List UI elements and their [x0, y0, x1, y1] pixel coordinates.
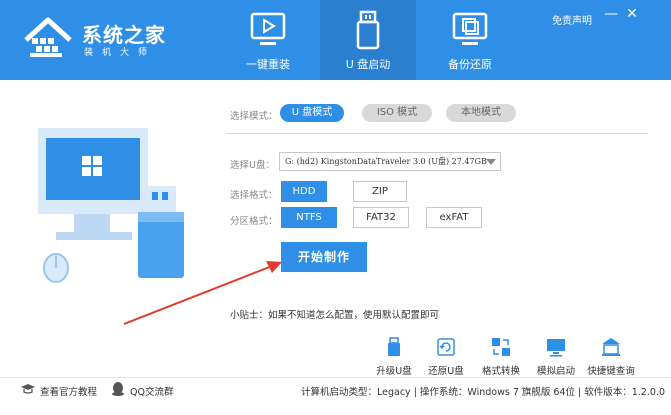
backup-copy-icon	[452, 12, 488, 45]
format-convert-icon	[492, 338, 510, 356]
partition-label: 分区格式：	[230, 216, 278, 227]
tool-simulate-boot[interactable]: 模拟启动	[534, 337, 578, 377]
partition-fat32-button[interactable]: FAT32	[353, 207, 409, 228]
logo-title: 系统之家	[82, 23, 166, 47]
tab-usb-boot[interactable]: U 盘启动	[320, 0, 416, 80]
shortcut-query-icon	[602, 338, 620, 356]
mode-usb-button[interactable]: U 盘模式	[280, 104, 344, 122]
mode-local-button[interactable]: 本地模式	[446, 104, 516, 122]
tool-label: 还原U盘	[428, 366, 464, 377]
tab-label: 一键重装	[246, 58, 290, 71]
tip-text: 小贴士：如果不知道怎么配置，使用默认配置即可	[230, 310, 440, 321]
tool-label: 快捷键查询	[587, 366, 635, 377]
usb-select-value: G: (hd2) KingstonDataTraveler 3.0 (U盘) 2…	[285, 157, 487, 166]
format-label: 选择格式：	[230, 190, 278, 201]
logo-subtitle: 装机大师	[84, 48, 157, 58]
qq-group-link[interactable]: QQ交流群	[130, 384, 173, 398]
tool-format-convert[interactable]: 格式转换	[479, 337, 523, 377]
disclaimer-link[interactable]: 免责声明	[552, 12, 592, 27]
tool-restore-usb[interactable]: 还原U盘	[424, 337, 468, 377]
usb-select[interactable]: G: (hd2) KingstonDataTraveler 3.0 (U盘) 2…	[279, 152, 501, 171]
mode-iso-button[interactable]: ISO 模式	[362, 104, 432, 122]
tool-upgrade-usb[interactable]: 升级U盘	[372, 337, 416, 377]
tab-one-click-reinstall[interactable]: 一键重装	[220, 0, 316, 80]
header-bar: 系统之家 装机大师 一键重装 U 盘启动 备份还原 免责声明 — ✕	[0, 0, 671, 80]
official-tutorial-link[interactable]: 查看官方教程	[40, 384, 97, 398]
chevron-down-icon	[486, 159, 496, 165]
close-button[interactable]: ✕	[624, 6, 640, 22]
tool-label: 格式转换	[481, 366, 520, 377]
app-window: 系统之家 装机大师 一键重装 U 盘启动 备份还原 免责声明 — ✕ 选择模式：…	[0, 0, 671, 415]
qq-penguin-icon	[112, 382, 124, 396]
partition-exfat-button[interactable]: exFAT	[426, 207, 482, 228]
section-divider	[226, 133, 648, 134]
format-hdd-button[interactable]: HDD	[281, 181, 327, 202]
monitor-simulate-icon	[547, 339, 565, 357]
tab-label: U 盘启动	[345, 58, 391, 71]
tool-label: 升级U盘	[376, 366, 412, 377]
graduation-cap-icon	[21, 384, 35, 394]
usb-drive-icon	[356, 10, 380, 50]
usb-upgrade-icon	[388, 337, 400, 356]
format-zip-button[interactable]: ZIP	[353, 181, 407, 202]
tool-shortcut-query[interactable]: 快捷键查询	[587, 337, 635, 377]
minimize-button[interactable]: —	[603, 6, 619, 22]
house-logo-icon	[24, 17, 72, 57]
mode-label: 选择模式：	[230, 111, 278, 122]
usb-restore-icon	[437, 338, 455, 356]
tab-backup-restore[interactable]: 备份还原	[422, 0, 518, 80]
partition-ntfs-button[interactable]: NTFS	[281, 207, 337, 228]
play-window-icon	[250, 12, 286, 45]
logo: 系统之家 装机大师	[22, 16, 192, 60]
status-bar-text: 计算机启动类型：Legacy | 操作系统：Windows 7 旗舰版 64位 …	[301, 387, 665, 398]
tab-label: 备份还原	[448, 58, 492, 71]
computer-usb-illustration	[38, 128, 184, 283]
tool-label: 模拟启动	[536, 366, 575, 377]
start-make-button[interactable]: 开始制作	[281, 242, 367, 272]
usb-label: 选择U盘：	[230, 160, 275, 171]
